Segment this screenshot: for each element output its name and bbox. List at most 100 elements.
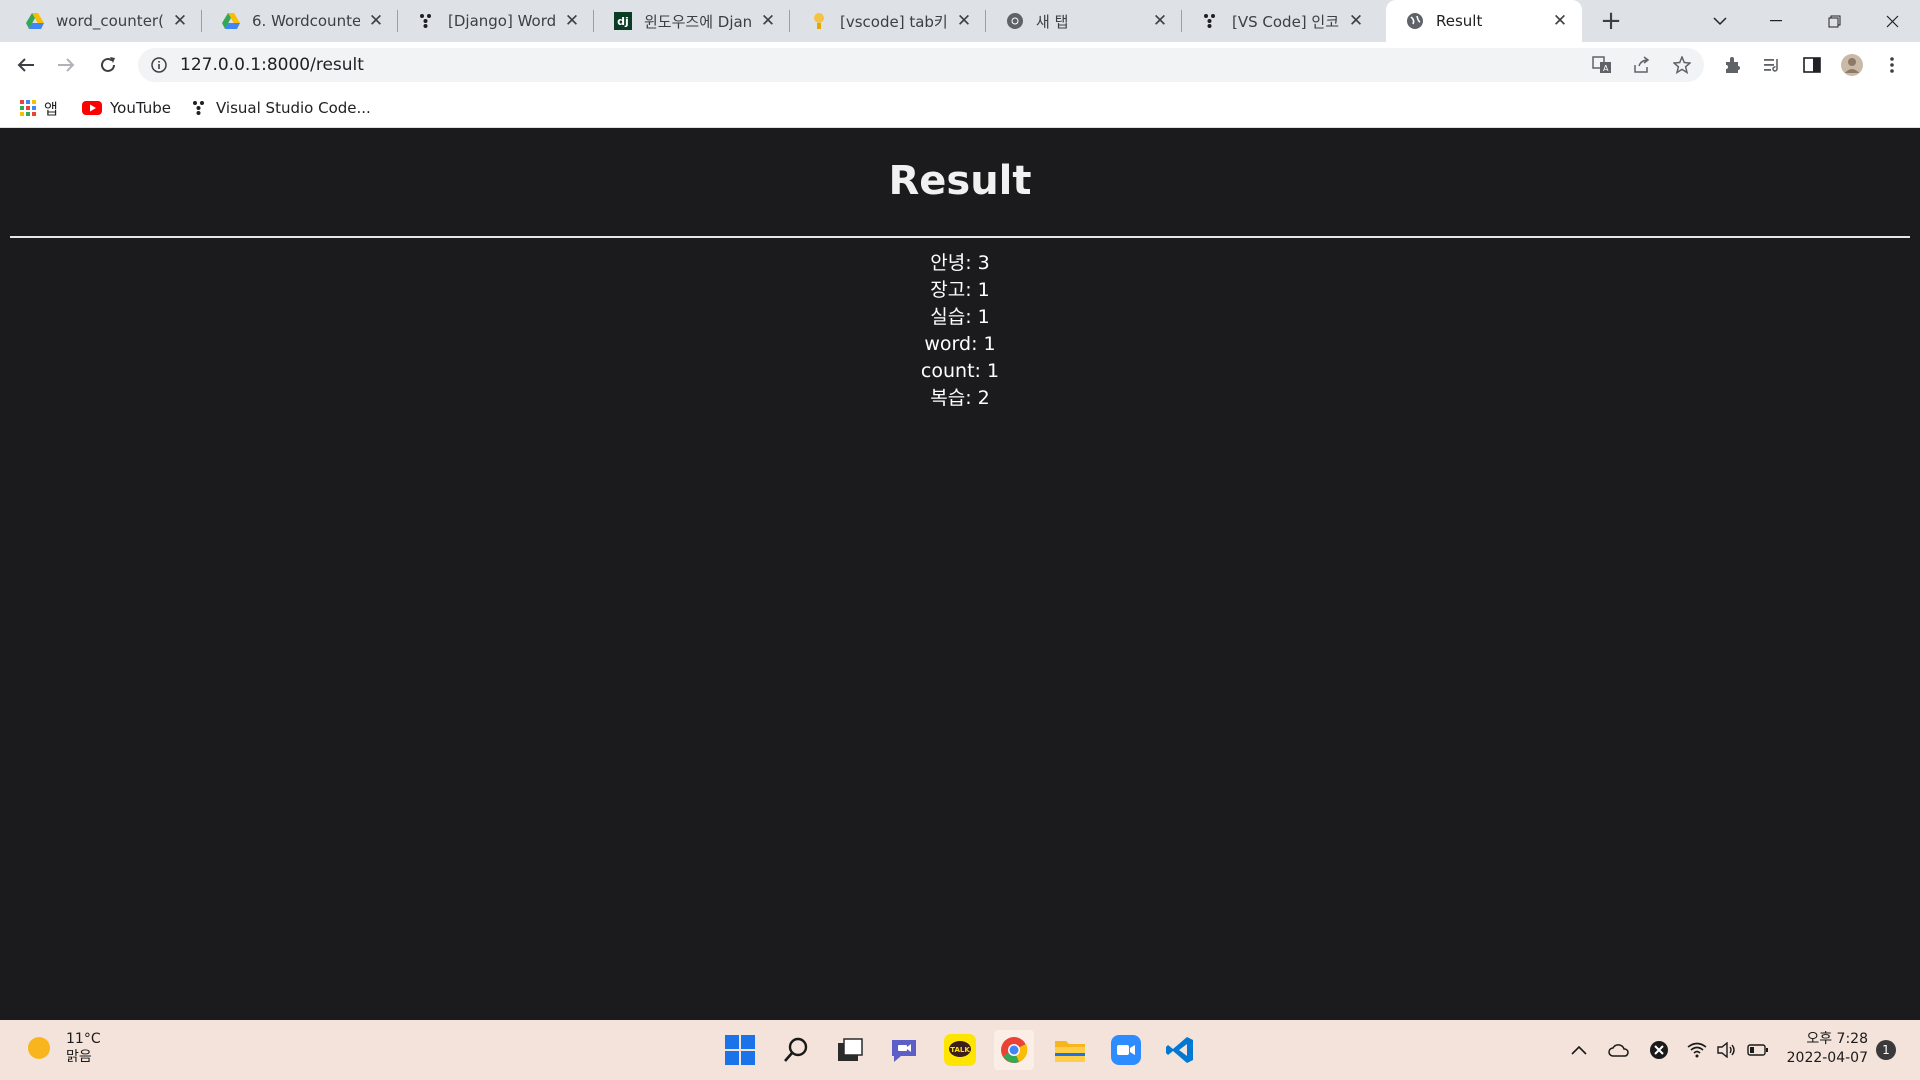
- tab-title: [vscode] tab키 오: [840, 12, 948, 31]
- django-icon: dj: [614, 12, 632, 30]
- tab-wordcounter-p[interactable]: 6. Wordcounter.p ✕: [202, 0, 398, 42]
- tab-title: Result: [1436, 12, 1483, 30]
- teams-chat-icon[interactable]: [884, 1030, 924, 1070]
- close-icon[interactable]: ✕: [1346, 11, 1366, 31]
- zoom-icon[interactable]: [1106, 1030, 1146, 1070]
- blocked-icon[interactable]: [1646, 1036, 1672, 1064]
- clock-time: 오후 7:28: [1806, 1031, 1868, 1047]
- tab-vscode-tab[interactable]: [vscode] tab키 오 ✕: [790, 0, 986, 42]
- windows-start-icon[interactable]: [720, 1030, 760, 1070]
- divider: [10, 236, 1910, 238]
- bookmark-youtube[interactable]: YouTube: [82, 96, 171, 120]
- tab-result[interactable]: Result ✕: [1386, 0, 1582, 42]
- kakaotalk-icon[interactable]: TALK: [940, 1030, 980, 1070]
- extensions-icon[interactable]: [1716, 49, 1748, 81]
- tab-django-word[interactable]: [Django] Word C ✕: [398, 0, 594, 42]
- bookmark-label: 앱: [44, 99, 58, 118]
- svg-text:A: A: [1603, 64, 1609, 73]
- close-icon[interactable]: ✕: [954, 11, 974, 31]
- back-arrow-icon: [17, 58, 34, 72]
- close-icon[interactable]: ✕: [170, 11, 190, 31]
- bookmark-visual-studio-code[interactable]: Visual Studio Code...: [192, 96, 371, 120]
- bookmarks-bar: 앱 YouTube Visual Studio Code...: [0, 88, 1920, 128]
- media-queue-icon[interactable]: [1756, 49, 1788, 81]
- close-icon[interactable]: ✕: [366, 11, 386, 31]
- page-title: Result: [888, 158, 1032, 204]
- globe-icon: [1406, 12, 1424, 30]
- more-menu-icon[interactable]: [1876, 49, 1908, 81]
- bookmark-label: Visual Studio Code...: [216, 99, 371, 117]
- side-panel-icon[interactable]: [1796, 49, 1828, 81]
- tab-title: 6. Wordcounter.p: [252, 12, 360, 30]
- result-row: 복습: 2: [930, 387, 990, 409]
- tab-new-tab[interactable]: 새 탭 ✕: [986, 0, 1182, 42]
- battery-icon[interactable]: [1744, 1036, 1772, 1064]
- tab-title: word_counter(22: [56, 12, 164, 30]
- share-icon[interactable]: [1626, 49, 1658, 81]
- chrome-taskbar-icon[interactable]: [994, 1030, 1034, 1070]
- taskbar: 11°C 맑음 TALK 오후 7:28 2022-04-07 1: [0, 1020, 1920, 1080]
- weather-desc: 맑음: [66, 1049, 92, 1065]
- velog-dots-icon: [1202, 12, 1220, 30]
- google-drive-icon: [26, 12, 44, 30]
- kakaotalk-label: TALK: [950, 1046, 970, 1054]
- clock-date: 2022-04-07: [1786, 1050, 1868, 1066]
- file-explorer-icon[interactable]: [1050, 1030, 1090, 1070]
- new-tab-button[interactable]: +: [1596, 6, 1626, 36]
- notification-badge[interactable]: 1: [1876, 1040, 1896, 1060]
- reload-button[interactable]: [92, 49, 124, 81]
- tab-strip: word_counter(22 ✕ 6. Wordcounter.p ✕ [Dj…: [0, 0, 1920, 42]
- weather-temp: 11°C: [66, 1031, 101, 1047]
- browser-toolbar: 127.0.0.1:8000/result A: [0, 42, 1920, 88]
- youtube-icon: [82, 101, 102, 115]
- back-button[interactable]: [10, 49, 42, 81]
- info-icon[interactable]: [150, 56, 168, 74]
- tab-title: [VS Code] 인코딩: [1232, 12, 1340, 31]
- google-drive-icon: [222, 12, 240, 30]
- forward-arrow-icon: [58, 58, 75, 72]
- result-row: 안녕: 3: [930, 252, 990, 274]
- result-row: count: 1: [920, 360, 1000, 382]
- result-row: 장고: 1: [930, 279, 990, 301]
- close-icon[interactable]: ✕: [758, 11, 778, 31]
- close-icon[interactable]: ✕: [1150, 11, 1170, 31]
- forward-button[interactable]: [50, 49, 82, 81]
- minimize-button[interactable]: [1748, 0, 1804, 42]
- close-icon[interactable]: ✕: [1550, 11, 1570, 31]
- reload-icon: [101, 57, 115, 72]
- tab-django-windows[interactable]: dj 윈도우즈에 Djang ✕: [594, 0, 790, 42]
- address-bar[interactable]: 127.0.0.1:8000/result: [138, 48, 1704, 82]
- tab-word-counter[interactable]: word_counter(22 ✕: [6, 0, 202, 42]
- url-text[interactable]: 127.0.0.1:8000/result: [180, 55, 364, 75]
- velog-dots-icon: [192, 100, 208, 116]
- apps-grid-icon: [20, 100, 36, 116]
- avatar[interactable]: [1836, 49, 1868, 81]
- velog-dots-icon: [418, 12, 436, 30]
- task-view-icon[interactable]: [830, 1030, 870, 1070]
- system-clock[interactable]: 오후 7:28 2022-04-07: [1786, 1030, 1868, 1068]
- bookmark-apps[interactable]: 앱: [20, 96, 58, 120]
- bulb-icon: [810, 12, 828, 30]
- search-icon[interactable]: [776, 1030, 816, 1070]
- close-window-button[interactable]: [1864, 0, 1920, 42]
- result-row: word: 1: [924, 333, 996, 355]
- tab-title: 새 탭: [1036, 12, 1069, 31]
- chrome-icon: [1006, 12, 1024, 30]
- tab-search-chevron-icon[interactable]: [1692, 0, 1748, 42]
- weather-widget[interactable]: 11°C 맑음: [28, 1030, 101, 1066]
- volume-icon[interactable]: [1714, 1036, 1740, 1064]
- wifi-icon[interactable]: [1684, 1036, 1710, 1064]
- translate-icon[interactable]: A: [1586, 49, 1618, 81]
- word-count-results: 안녕: 3 장고: 1 실습: 1 word: 1 count: 1 복습: 2: [0, 250, 1920, 412]
- chevron-up-icon[interactable]: [1566, 1036, 1592, 1064]
- close-icon[interactable]: ✕: [562, 11, 582, 31]
- bookmark-star-icon[interactable]: [1666, 49, 1698, 81]
- tab-vscode-encoding[interactable]: [VS Code] 인코딩 ✕: [1182, 0, 1378, 42]
- vscode-icon[interactable]: [1160, 1030, 1200, 1070]
- page-content: Result 안녕: 3 장고: 1 실습: 1 word: 1 count: …: [0, 128, 1920, 1020]
- restore-button[interactable]: [1806, 0, 1862, 42]
- bookmark-label: YouTube: [110, 99, 171, 117]
- onedrive-icon[interactable]: [1606, 1036, 1632, 1064]
- tab-title: [Django] Word C: [448, 12, 556, 30]
- sun-icon: [28, 1037, 50, 1059]
